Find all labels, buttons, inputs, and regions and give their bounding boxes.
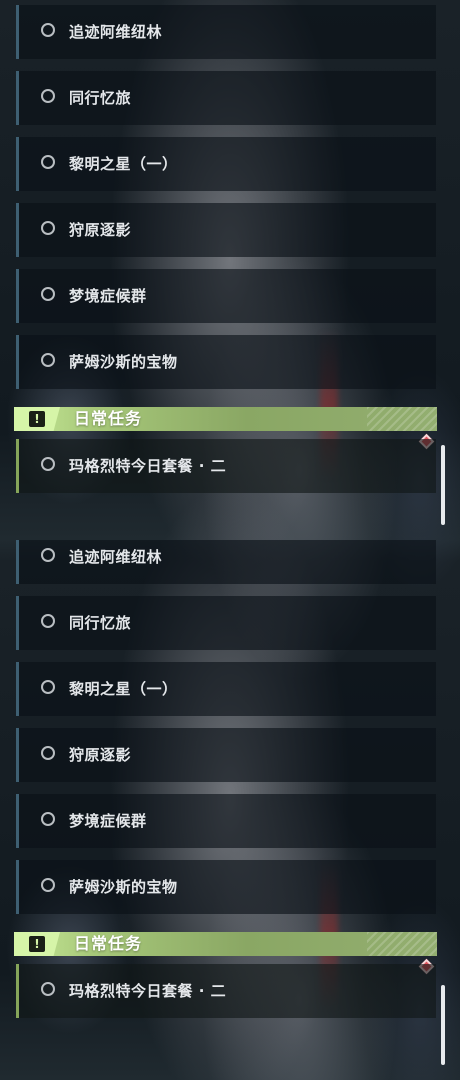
daily-quest-title: 日常任务 [74, 409, 143, 428]
quest-item-dawn-star[interactable]: 黎明之星（一） [16, 137, 436, 191]
radio-circle-icon [41, 878, 55, 892]
radio-circle-icon [41, 221, 55, 235]
quest-item-hunt[interactable]: 狩原逐影 [16, 728, 436, 782]
radio-circle-icon [41, 457, 55, 471]
quest-label: 追迹阿维纽林 [69, 23, 163, 41]
quest-label: 黎明之星（一） [69, 680, 178, 698]
quest-label: 梦境症候群 [69, 287, 147, 305]
radio-circle-icon [41, 548, 55, 562]
radio-circle-icon [41, 680, 55, 694]
quest-label: 狩原逐影 [69, 221, 132, 239]
exclamation-box-icon: ! [29, 411, 45, 427]
quest-item-avinurin[interactable]: 追迹阿维纽林 [16, 5, 436, 59]
radio-circle-icon [41, 746, 55, 760]
quest-label: 同行忆旅 [69, 89, 132, 107]
daily-quest-item[interactable]: 玛格烈特今日套餐 · 二 [16, 964, 436, 1018]
quest-item-treasure[interactable]: 萨姆沙斯的宝物 [16, 860, 436, 914]
quest-label: 萨姆沙斯的宝物 [69, 353, 178, 371]
quest-item-companion[interactable]: 同行忆旅 [16, 596, 436, 650]
quest-label: 玛格烈特今日套餐 · 二 [69, 982, 227, 1000]
exclamation-box-icon: ! [29, 936, 45, 952]
daily-quest-title: 日常任务 [74, 934, 143, 953]
quest-label: 萨姆沙斯的宝物 [69, 878, 178, 896]
quest-label: 玛格烈特今日套餐 · 二 [69, 457, 227, 475]
daily-badge: ! [14, 932, 60, 956]
quest-label: 黎明之星（一） [69, 155, 178, 173]
daily-badge: ! [14, 407, 60, 431]
quest-item-dawn-star[interactable]: 黎明之星（一） [16, 662, 436, 716]
quest-label: 同行忆旅 [69, 614, 132, 632]
radio-circle-icon [41, 287, 55, 301]
scrollbar-thumb[interactable] [441, 445, 445, 525]
quest-label: 梦境症候群 [69, 812, 147, 830]
quest-item-companion[interactable]: 同行忆旅 [16, 71, 436, 125]
quest-item-dream[interactable]: 梦境症候群 [16, 269, 436, 323]
daily-quest-item[interactable]: 玛格烈特今日套餐 · 二 [16, 439, 436, 493]
quest-panel: 追迹阿维纽林 同行忆旅 黎明之星（一） 狩原逐影 梦境症候群 萨姆沙斯的宝物 !… [0, 0, 460, 540]
daily-quest-header[interactable]: ! 日常任务 [14, 407, 437, 431]
radio-circle-icon [41, 614, 55, 628]
radio-circle-icon [41, 353, 55, 367]
quest-item-dream[interactable]: 梦境症候群 [16, 794, 436, 848]
quest-label: 追迹阿维纽林 [69, 548, 163, 566]
radio-circle-icon [41, 23, 55, 37]
radio-circle-icon [41, 812, 55, 826]
quest-item-hunt[interactable]: 狩原逐影 [16, 203, 436, 257]
scrollbar-thumb[interactable] [441, 985, 445, 1065]
quest-panel: 追迹阿维纽林 同行忆旅 黎明之星（一） 狩原逐影 梦境症候群 萨姆沙斯的宝物 !… [0, 540, 460, 1080]
radio-circle-icon [41, 982, 55, 996]
quest-item-avinurin[interactable]: 追迹阿维纽林 [16, 540, 436, 584]
radio-circle-icon [41, 155, 55, 169]
quest-label: 狩原逐影 [69, 746, 132, 764]
quest-item-treasure[interactable]: 萨姆沙斯的宝物 [16, 335, 436, 389]
radio-circle-icon [41, 89, 55, 103]
daily-quest-header[interactable]: ! 日常任务 [14, 932, 437, 956]
